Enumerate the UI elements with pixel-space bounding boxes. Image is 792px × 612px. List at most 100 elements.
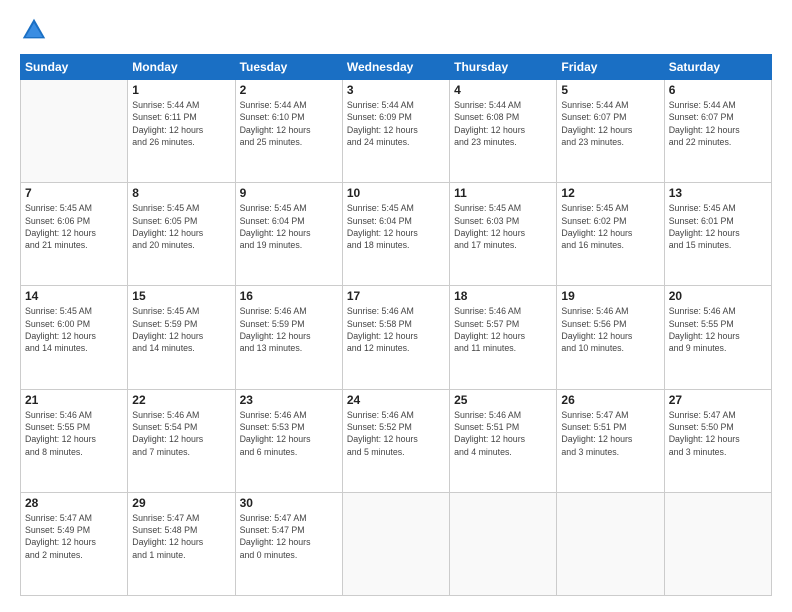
day-info: Sunrise: 5:47 AM Sunset: 5:47 PM Dayligh… xyxy=(240,512,338,561)
day-number: 27 xyxy=(669,393,767,407)
day-number: 23 xyxy=(240,393,338,407)
calendar-cell: 21 Sunrise: 5:46 AM Sunset: 5:55 PM Dayli… xyxy=(21,389,128,492)
calendar-cell: 13 Sunrise: 5:45 AM Sunset: 6:01 PM Dayli… xyxy=(664,183,771,286)
calendar-cell xyxy=(21,80,128,183)
day-info: Sunrise: 5:44 AM Sunset: 6:10 PM Dayligh… xyxy=(240,99,338,148)
calendar-cell: 9 Sunrise: 5:45 AM Sunset: 6:04 PM Daylig… xyxy=(235,183,342,286)
day-info: Sunrise: 5:47 AM Sunset: 5:49 PM Dayligh… xyxy=(25,512,123,561)
day-info: Sunrise: 5:44 AM Sunset: 6:07 PM Dayligh… xyxy=(561,99,659,148)
day-info: Sunrise: 5:45 AM Sunset: 6:06 PM Dayligh… xyxy=(25,202,123,251)
day-number: 6 xyxy=(669,83,767,97)
calendar-cell: 5 Sunrise: 5:44 AM Sunset: 6:07 PM Daylig… xyxy=(557,80,664,183)
calendar-header-row: SundayMondayTuesdayWednesdayThursdayFrid… xyxy=(21,55,772,80)
weekday-header: Saturday xyxy=(664,55,771,80)
day-number: 7 xyxy=(25,186,123,200)
day-info: Sunrise: 5:46 AM Sunset: 5:55 PM Dayligh… xyxy=(669,305,767,354)
calendar-cell: 17 Sunrise: 5:46 AM Sunset: 5:58 PM Dayli… xyxy=(342,286,449,389)
calendar-cell: 26Sunrise: 5:47 AM Sunset: 5:51 PM Dayli… xyxy=(557,389,664,492)
day-number: 30 xyxy=(240,496,338,510)
day-info: Sunrise: 5:46 AM Sunset: 5:54 PM Dayligh… xyxy=(132,409,230,458)
calendar-cell: 30 Sunrise: 5:47 AM Sunset: 5:47 PM Dayli… xyxy=(235,492,342,595)
day-info: Sunrise: 5:46 AM Sunset: 5:59 PM Dayligh… xyxy=(240,305,338,354)
calendar-cell: 8 Sunrise: 5:45 AM Sunset: 6:05 PM Daylig… xyxy=(128,183,235,286)
day-info: Sunrise: 5:45 AM Sunset: 6:02 PM Dayligh… xyxy=(561,202,659,251)
calendar-cell xyxy=(557,492,664,595)
calendar-cell: 29Sunrise: 5:47 AM Sunset: 5:48 PM Dayli… xyxy=(128,492,235,595)
day-info: Sunrise: 5:46 AM Sunset: 5:58 PM Dayligh… xyxy=(347,305,445,354)
day-info: Sunrise: 5:46 AM Sunset: 5:56 PM Dayligh… xyxy=(561,305,659,354)
weekday-header: Friday xyxy=(557,55,664,80)
day-number: 25 xyxy=(454,393,552,407)
day-info: Sunrise: 5:45 AM Sunset: 6:04 PM Dayligh… xyxy=(240,202,338,251)
calendar-cell: 24Sunrise: 5:46 AM Sunset: 5:52 PM Dayli… xyxy=(342,389,449,492)
day-number: 4 xyxy=(454,83,552,97)
day-number: 14 xyxy=(25,289,123,303)
calendar-cell: 11 Sunrise: 5:45 AM Sunset: 6:03 PM Dayli… xyxy=(450,183,557,286)
day-info: Sunrise: 5:47 AM Sunset: 5:48 PM Dayligh… xyxy=(132,512,230,561)
logo-icon xyxy=(20,16,48,44)
day-number: 26 xyxy=(561,393,659,407)
day-number: 17 xyxy=(347,289,445,303)
day-info: Sunrise: 5:46 AM Sunset: 5:53 PM Dayligh… xyxy=(240,409,338,458)
day-info: Sunrise: 5:46 AM Sunset: 5:55 PM Dayligh… xyxy=(25,409,123,458)
calendar-cell xyxy=(664,492,771,595)
weekday-header: Sunday xyxy=(21,55,128,80)
day-info: Sunrise: 5:45 AM Sunset: 6:01 PM Dayligh… xyxy=(669,202,767,251)
calendar-cell: 19 Sunrise: 5:46 AM Sunset: 5:56 PM Dayli… xyxy=(557,286,664,389)
day-info: Sunrise: 5:46 AM Sunset: 5:52 PM Dayligh… xyxy=(347,409,445,458)
day-info: Sunrise: 5:47 AM Sunset: 5:50 PM Dayligh… xyxy=(669,409,767,458)
day-number: 16 xyxy=(240,289,338,303)
logo xyxy=(20,16,54,44)
calendar-cell: 22 Sunrise: 5:46 AM Sunset: 5:54 PM Dayli… xyxy=(128,389,235,492)
day-number: 5 xyxy=(561,83,659,97)
day-number: 1 xyxy=(132,83,230,97)
header xyxy=(20,16,772,44)
calendar-cell: 7 Sunrise: 5:45 AM Sunset: 6:06 PM Daylig… xyxy=(21,183,128,286)
day-number: 10 xyxy=(347,186,445,200)
day-info: Sunrise: 5:46 AM Sunset: 5:57 PM Dayligh… xyxy=(454,305,552,354)
calendar-week-row: 28 Sunrise: 5:47 AM Sunset: 5:49 PM Dayli… xyxy=(21,492,772,595)
calendar-cell: 28 Sunrise: 5:47 AM Sunset: 5:49 PM Dayli… xyxy=(21,492,128,595)
day-number: 15 xyxy=(132,289,230,303)
day-info: Sunrise: 5:45 AM Sunset: 6:03 PM Dayligh… xyxy=(454,202,552,251)
day-number: 21 xyxy=(25,393,123,407)
calendar-cell: 6Sunrise: 5:44 AM Sunset: 6:07 PM Daylig… xyxy=(664,80,771,183)
calendar-cell: 14Sunrise: 5:45 AM Sunset: 6:00 PM Dayli… xyxy=(21,286,128,389)
day-info: Sunrise: 5:44 AM Sunset: 6:09 PM Dayligh… xyxy=(347,99,445,148)
calendar-cell: 12 Sunrise: 5:45 AM Sunset: 6:02 PM Dayli… xyxy=(557,183,664,286)
calendar-cell: 25Sunrise: 5:46 AM Sunset: 5:51 PM Dayli… xyxy=(450,389,557,492)
calendar-cell: 23 Sunrise: 5:46 AM Sunset: 5:53 PM Dayli… xyxy=(235,389,342,492)
calendar-cell xyxy=(342,492,449,595)
day-number: 11 xyxy=(454,186,552,200)
calendar-table: SundayMondayTuesdayWednesdayThursdayFrid… xyxy=(20,54,772,596)
day-number: 18 xyxy=(454,289,552,303)
day-number: 19 xyxy=(561,289,659,303)
day-info: Sunrise: 5:44 AM Sunset: 6:08 PM Dayligh… xyxy=(454,99,552,148)
day-info: Sunrise: 5:45 AM Sunset: 5:59 PM Dayligh… xyxy=(132,305,230,354)
weekday-header: Tuesday xyxy=(235,55,342,80)
calendar-cell xyxy=(450,492,557,595)
day-number: 28 xyxy=(25,496,123,510)
calendar-cell: 20Sunrise: 5:46 AM Sunset: 5:55 PM Dayli… xyxy=(664,286,771,389)
day-number: 22 xyxy=(132,393,230,407)
weekday-header: Monday xyxy=(128,55,235,80)
page: SundayMondayTuesdayWednesdayThursdayFrid… xyxy=(0,0,792,612)
calendar-cell: 1 Sunrise: 5:44 AM Sunset: 6:11 PM Daylig… xyxy=(128,80,235,183)
calendar-week-row: 14Sunrise: 5:45 AM Sunset: 6:00 PM Dayli… xyxy=(21,286,772,389)
weekday-header: Wednesday xyxy=(342,55,449,80)
weekday-header: Thursday xyxy=(450,55,557,80)
day-number: 8 xyxy=(132,186,230,200)
day-number: 2 xyxy=(240,83,338,97)
day-number: 13 xyxy=(669,186,767,200)
calendar-cell: 27 Sunrise: 5:47 AM Sunset: 5:50 PM Dayli… xyxy=(664,389,771,492)
calendar-week-row: 1 Sunrise: 5:44 AM Sunset: 6:11 PM Daylig… xyxy=(21,80,772,183)
calendar-cell: 15 Sunrise: 5:45 AM Sunset: 5:59 PM Dayli… xyxy=(128,286,235,389)
day-info: Sunrise: 5:45 AM Sunset: 6:04 PM Dayligh… xyxy=(347,202,445,251)
day-number: 12 xyxy=(561,186,659,200)
day-info: Sunrise: 5:45 AM Sunset: 6:05 PM Dayligh… xyxy=(132,202,230,251)
day-number: 9 xyxy=(240,186,338,200)
day-info: Sunrise: 5:44 AM Sunset: 6:11 PM Dayligh… xyxy=(132,99,230,148)
calendar-cell: 10 Sunrise: 5:45 AM Sunset: 6:04 PM Dayli… xyxy=(342,183,449,286)
calendar-week-row: 7 Sunrise: 5:45 AM Sunset: 6:06 PM Daylig… xyxy=(21,183,772,286)
calendar-cell: 4 Sunrise: 5:44 AM Sunset: 6:08 PM Daylig… xyxy=(450,80,557,183)
